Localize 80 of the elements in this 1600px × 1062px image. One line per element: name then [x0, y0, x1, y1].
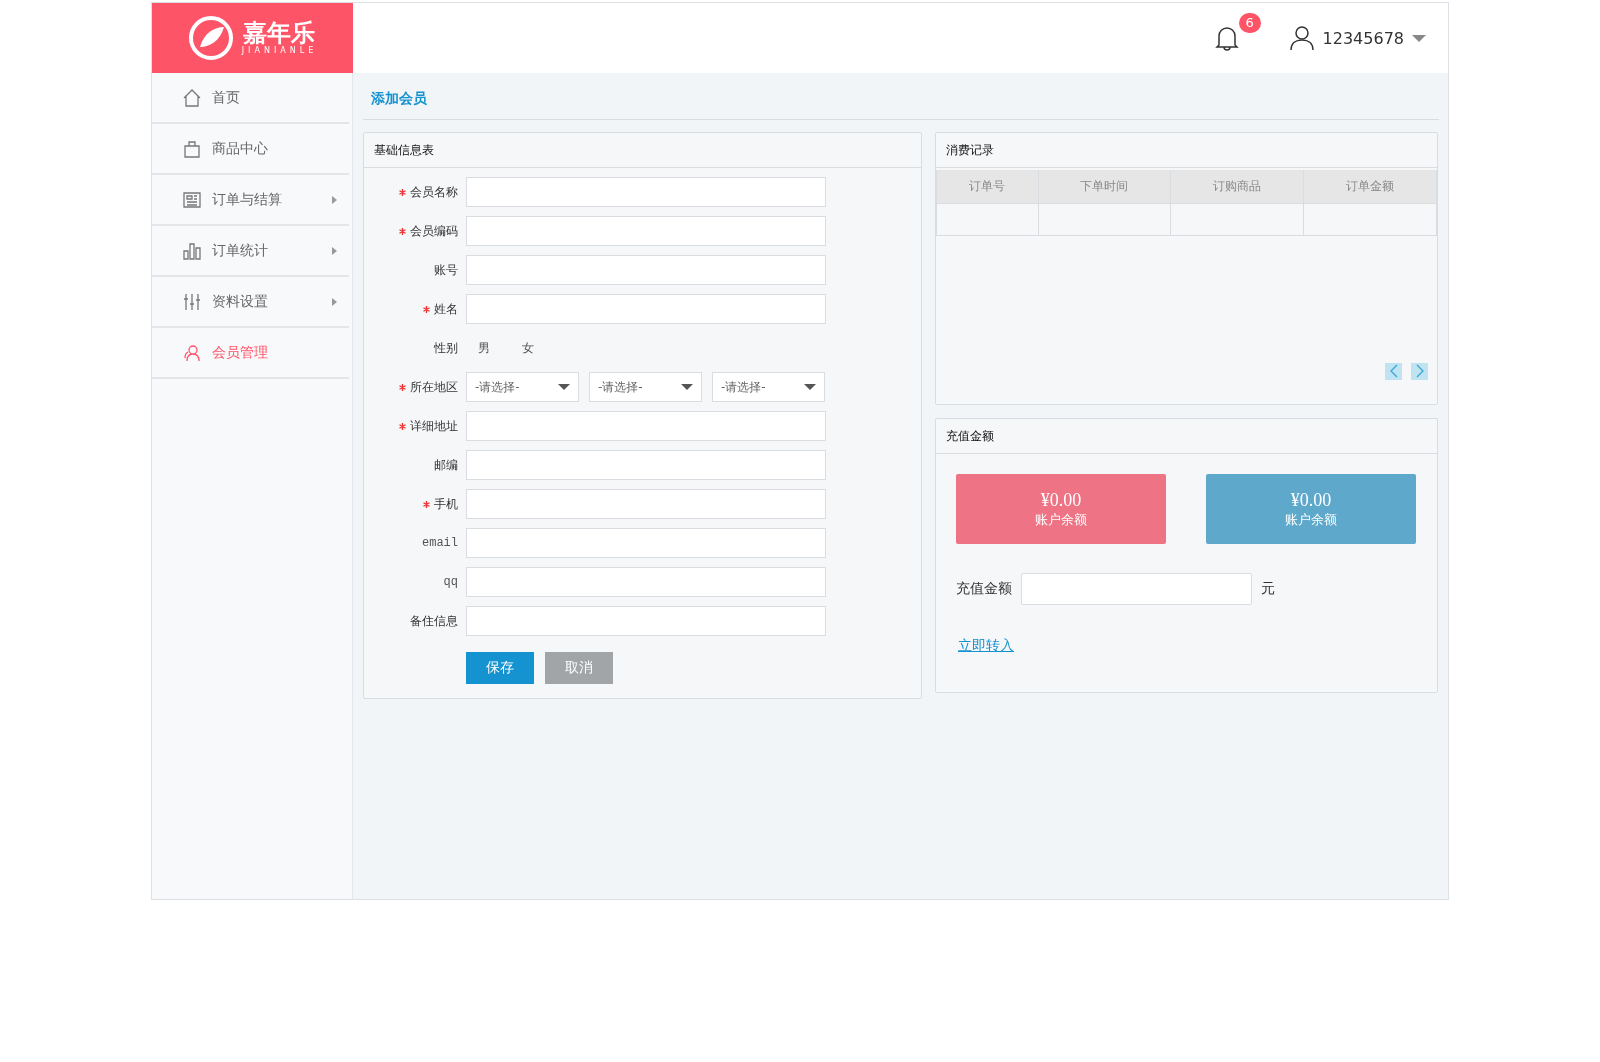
field-label: 账号 — [434, 261, 458, 279]
required-icon — [399, 383, 406, 391]
field-label: 手机 — [434, 495, 458, 513]
field-label: 所在地区 — [410, 378, 458, 396]
caret-icon — [1412, 34, 1426, 42]
panel-title: 基础信息表 — [374, 141, 434, 159]
required-icon — [399, 422, 406, 430]
expand-arrow-icon — [332, 297, 337, 306]
bell-icon — [1214, 25, 1239, 51]
sidebar-item[interactable]: 订单统计 — [152, 226, 349, 277]
required-icon — [423, 500, 430, 508]
save-button[interactable]: 保存 — [466, 652, 534, 684]
column-header: 订单号 — [936, 170, 1039, 203]
input-field[interactable] — [466, 294, 826, 324]
sidebar-item[interactable]: 订单与结算 — [152, 175, 349, 226]
sidebar-item[interactable]: 资料设置 — [152, 277, 349, 328]
panel-title: 充值金额 — [946, 427, 994, 445]
field-label: 会员名称 — [410, 183, 458, 201]
field-label: 会员编码 — [410, 222, 458, 240]
balance-amount: ¥0.00 — [1290, 489, 1332, 511]
caret-icon — [804, 384, 816, 390]
user-icon — [1288, 25, 1315, 51]
amount-label: 充值金额 — [956, 580, 1012, 598]
gender-option[interactable]: 女 — [522, 339, 534, 357]
input-field[interactable] — [466, 528, 826, 558]
document-icon — [182, 189, 202, 210]
sidebar-item[interactable]: 会员管理 — [152, 328, 349, 379]
field-label: 备住信息 — [410, 612, 458, 630]
input-field[interactable] — [466, 177, 826, 207]
logo-name: 嘉年乐 — [243, 20, 316, 46]
home-icon — [182, 87, 202, 108]
required-icon — [399, 188, 406, 196]
balance-label: 账户余额 — [1285, 510, 1337, 529]
bar-chart-icon — [182, 240, 202, 261]
input-field[interactable] — [466, 450, 826, 480]
input-field[interactable] — [466, 567, 826, 597]
select-field[interactable]: -请选择- — [589, 372, 702, 402]
required-icon — [423, 305, 430, 313]
field-label: qq — [443, 575, 458, 589]
username: 12345678 — [1322, 28, 1404, 48]
previous-page-button[interactable] — [1385, 362, 1402, 380]
column-header: 订单金额 — [1303, 170, 1437, 203]
caret-icon — [681, 384, 693, 390]
field-label: 性别 — [434, 339, 458, 357]
sliders-icon — [182, 291, 202, 312]
logo-icon — [187, 15, 234, 61]
input-field[interactable] — [466, 606, 826, 636]
expand-arrow-icon — [332, 195, 337, 204]
panel-title: 消费记录 — [946, 141, 994, 159]
logo-subtitle: JIANIANLE — [241, 46, 318, 56]
column-header: 下单时间 — [1038, 170, 1171, 203]
transfer-link[interactable]: 立即转入 — [958, 637, 1014, 655]
select-field[interactable]: -请选择- — [466, 372, 579, 402]
bag-icon — [182, 138, 202, 159]
field-label: email — [422, 536, 458, 550]
input-field[interactable] — [466, 255, 826, 285]
unit-label: 元 — [1261, 580, 1275, 598]
input-field[interactable] — [466, 489, 826, 519]
required-icon — [399, 227, 406, 235]
field-label: 邮编 — [434, 456, 458, 474]
input-field[interactable] — [466, 411, 826, 441]
notification-button[interactable] — [1214, 25, 1239, 51]
amount-input[interactable] — [1021, 573, 1252, 605]
user-icon — [182, 342, 202, 363]
user-menu[interactable]: 12345678 — [1288, 25, 1426, 51]
page-title: 添加会员 — [371, 90, 427, 108]
column-header: 订购商品 — [1170, 170, 1304, 203]
next-page-button[interactable] — [1411, 362, 1428, 380]
field-label: 姓名 — [434, 300, 458, 318]
notification-badge: 6 — [1238, 13, 1261, 33]
input-field[interactable] — [466, 216, 826, 246]
sidebar-item[interactable]: 商品中心 — [152, 124, 349, 175]
caret-icon — [558, 384, 570, 390]
expand-arrow-icon — [332, 246, 337, 255]
balance-amount: ¥0.00 — [1040, 489, 1082, 511]
gender-option[interactable]: 男 — [478, 339, 490, 357]
balance-label: 账户余额 — [1035, 510, 1087, 529]
select-field[interactable]: -请选择- — [712, 372, 825, 402]
field-label: 详细地址 — [410, 417, 458, 435]
sidebar-item[interactable]: 首页 — [152, 73, 349, 124]
